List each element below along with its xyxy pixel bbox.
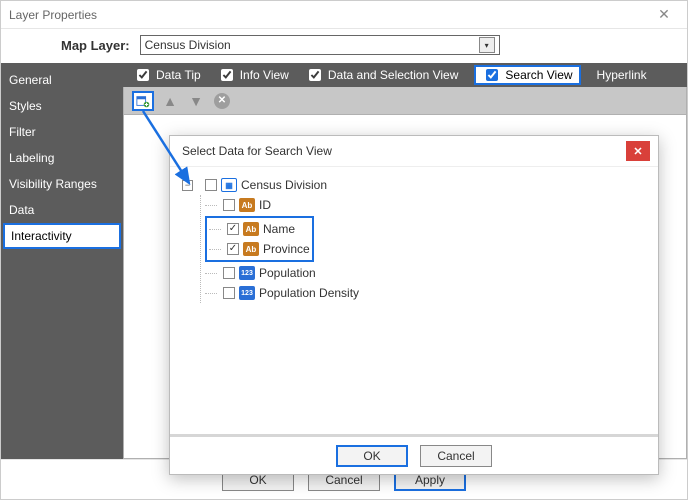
map-layer-row: Map Layer: Census Division ▾ bbox=[1, 29, 687, 63]
sidebar-item-filter[interactable]: Filter bbox=[1, 119, 123, 145]
add-data-icon bbox=[136, 94, 150, 108]
tree-row-population[interactable]: 123 Population bbox=[205, 263, 646, 283]
sidebar-item-styles[interactable]: Styles bbox=[1, 93, 123, 119]
collapse-icon[interactable]: − bbox=[182, 180, 193, 191]
right-pane: Data Tip Info View Data and Selection Vi… bbox=[123, 63, 687, 459]
tab-data-selection-view[interactable]: Data and Selection View bbox=[305, 66, 459, 84]
highlight-box: Ab Name Ab Province bbox=[205, 216, 314, 262]
data-selection-checkbox[interactable] bbox=[309, 69, 321, 81]
tab-search-view[interactable]: Search View bbox=[474, 65, 580, 85]
chevron-down-icon[interactable]: ▾ bbox=[479, 37, 495, 53]
field-label: Province bbox=[263, 242, 310, 256]
dialog-body: − ▦ Census Division Ab ID bbox=[170, 166, 658, 434]
field-checkbox[interactable] bbox=[223, 199, 235, 211]
body: General Styles Filter Labeling Visibilit… bbox=[1, 63, 687, 459]
select-data-dialog: Select Data for Search View ✕ − ▦ Census… bbox=[169, 135, 659, 475]
map-layer-value: Census Division bbox=[145, 38, 231, 52]
sidebar-item-labeling[interactable]: Labeling bbox=[1, 145, 123, 171]
tab-data-tip[interactable]: Data Tip bbox=[133, 66, 201, 84]
tree-root-row[interactable]: − ▦ Census Division bbox=[182, 175, 646, 195]
sidebar: General Styles Filter Labeling Visibilit… bbox=[1, 63, 123, 459]
field-checkbox[interactable] bbox=[223, 287, 235, 299]
sidebar-item-data[interactable]: Data bbox=[1, 197, 123, 223]
field-label: Name bbox=[263, 222, 295, 236]
table-icon: ▦ bbox=[221, 178, 237, 192]
search-view-toolbar: ▲ ▼ ✕ bbox=[123, 87, 687, 115]
field-tree: − ▦ Census Division Ab ID bbox=[182, 175, 646, 303]
tree-row-id[interactable]: Ab ID bbox=[205, 195, 646, 215]
layer-properties-window: Layer Properties ✕ Map Layer: Census Div… bbox=[0, 0, 688, 500]
dialog-title: Select Data for Search View bbox=[182, 144, 332, 158]
tree-row-province[interactable]: Ab Province bbox=[209, 239, 310, 259]
map-layer-combo[interactable]: Census Division ▾ bbox=[140, 35, 500, 55]
field-checkbox[interactable] bbox=[227, 223, 239, 235]
tab-hyperlink[interactable]: Hyperlink bbox=[597, 68, 647, 82]
sidebar-item-visibility-ranges[interactable]: Visibility Ranges bbox=[1, 171, 123, 197]
text-field-icon: Ab bbox=[239, 198, 255, 212]
map-layer-label: Map Layer: bbox=[61, 38, 130, 53]
dialog-ok-button[interactable]: OK bbox=[336, 445, 408, 467]
search-view-content: Select Data for Search View ✕ − ▦ Census… bbox=[123, 115, 687, 459]
close-icon[interactable]: ✕ bbox=[649, 5, 679, 25]
move-down-button[interactable]: ▼ bbox=[186, 91, 206, 111]
text-field-icon: Ab bbox=[243, 222, 259, 236]
tree-row-pop-density[interactable]: 123 Population Density bbox=[205, 283, 646, 303]
remove-button[interactable]: ✕ bbox=[212, 91, 232, 111]
interactivity-tab-bar: Data Tip Info View Data and Selection Vi… bbox=[123, 63, 687, 87]
text-field-icon: Ab bbox=[243, 242, 259, 256]
window-title: Layer Properties bbox=[9, 8, 97, 22]
search-view-checkbox[interactable] bbox=[486, 69, 498, 81]
tree-row-name[interactable]: Ab Name bbox=[209, 219, 310, 239]
move-up-button[interactable]: ▲ bbox=[160, 91, 180, 111]
field-checkbox[interactable] bbox=[223, 267, 235, 279]
tree-children: Ab ID Ab Name bbox=[200, 195, 646, 303]
dialog-close-button[interactable]: ✕ bbox=[626, 141, 650, 161]
sidebar-item-general[interactable]: General bbox=[1, 67, 123, 93]
root-checkbox[interactable] bbox=[205, 179, 217, 191]
numeric-field-icon: 123 bbox=[239, 266, 255, 280]
dialog-cancel-button[interactable]: Cancel bbox=[420, 445, 492, 467]
titlebar: Layer Properties ✕ bbox=[1, 1, 687, 29]
field-checkbox[interactable] bbox=[227, 243, 239, 255]
field-label: Population Density bbox=[259, 286, 359, 300]
numeric-field-icon: 123 bbox=[239, 286, 255, 300]
data-tip-checkbox[interactable] bbox=[137, 69, 149, 81]
info-view-checkbox[interactable] bbox=[221, 69, 233, 81]
remove-icon: ✕ bbox=[214, 93, 230, 109]
add-data-button[interactable] bbox=[132, 91, 154, 111]
tree-root-label: Census Division bbox=[241, 178, 327, 192]
field-label: ID bbox=[259, 198, 271, 212]
dialog-titlebar: Select Data for Search View ✕ bbox=[170, 136, 658, 166]
sidebar-item-interactivity[interactable]: Interactivity bbox=[3, 223, 121, 249]
field-label: Population bbox=[259, 266, 316, 280]
tab-info-view[interactable]: Info View bbox=[217, 66, 289, 84]
dialog-footer: OK Cancel bbox=[170, 434, 658, 474]
